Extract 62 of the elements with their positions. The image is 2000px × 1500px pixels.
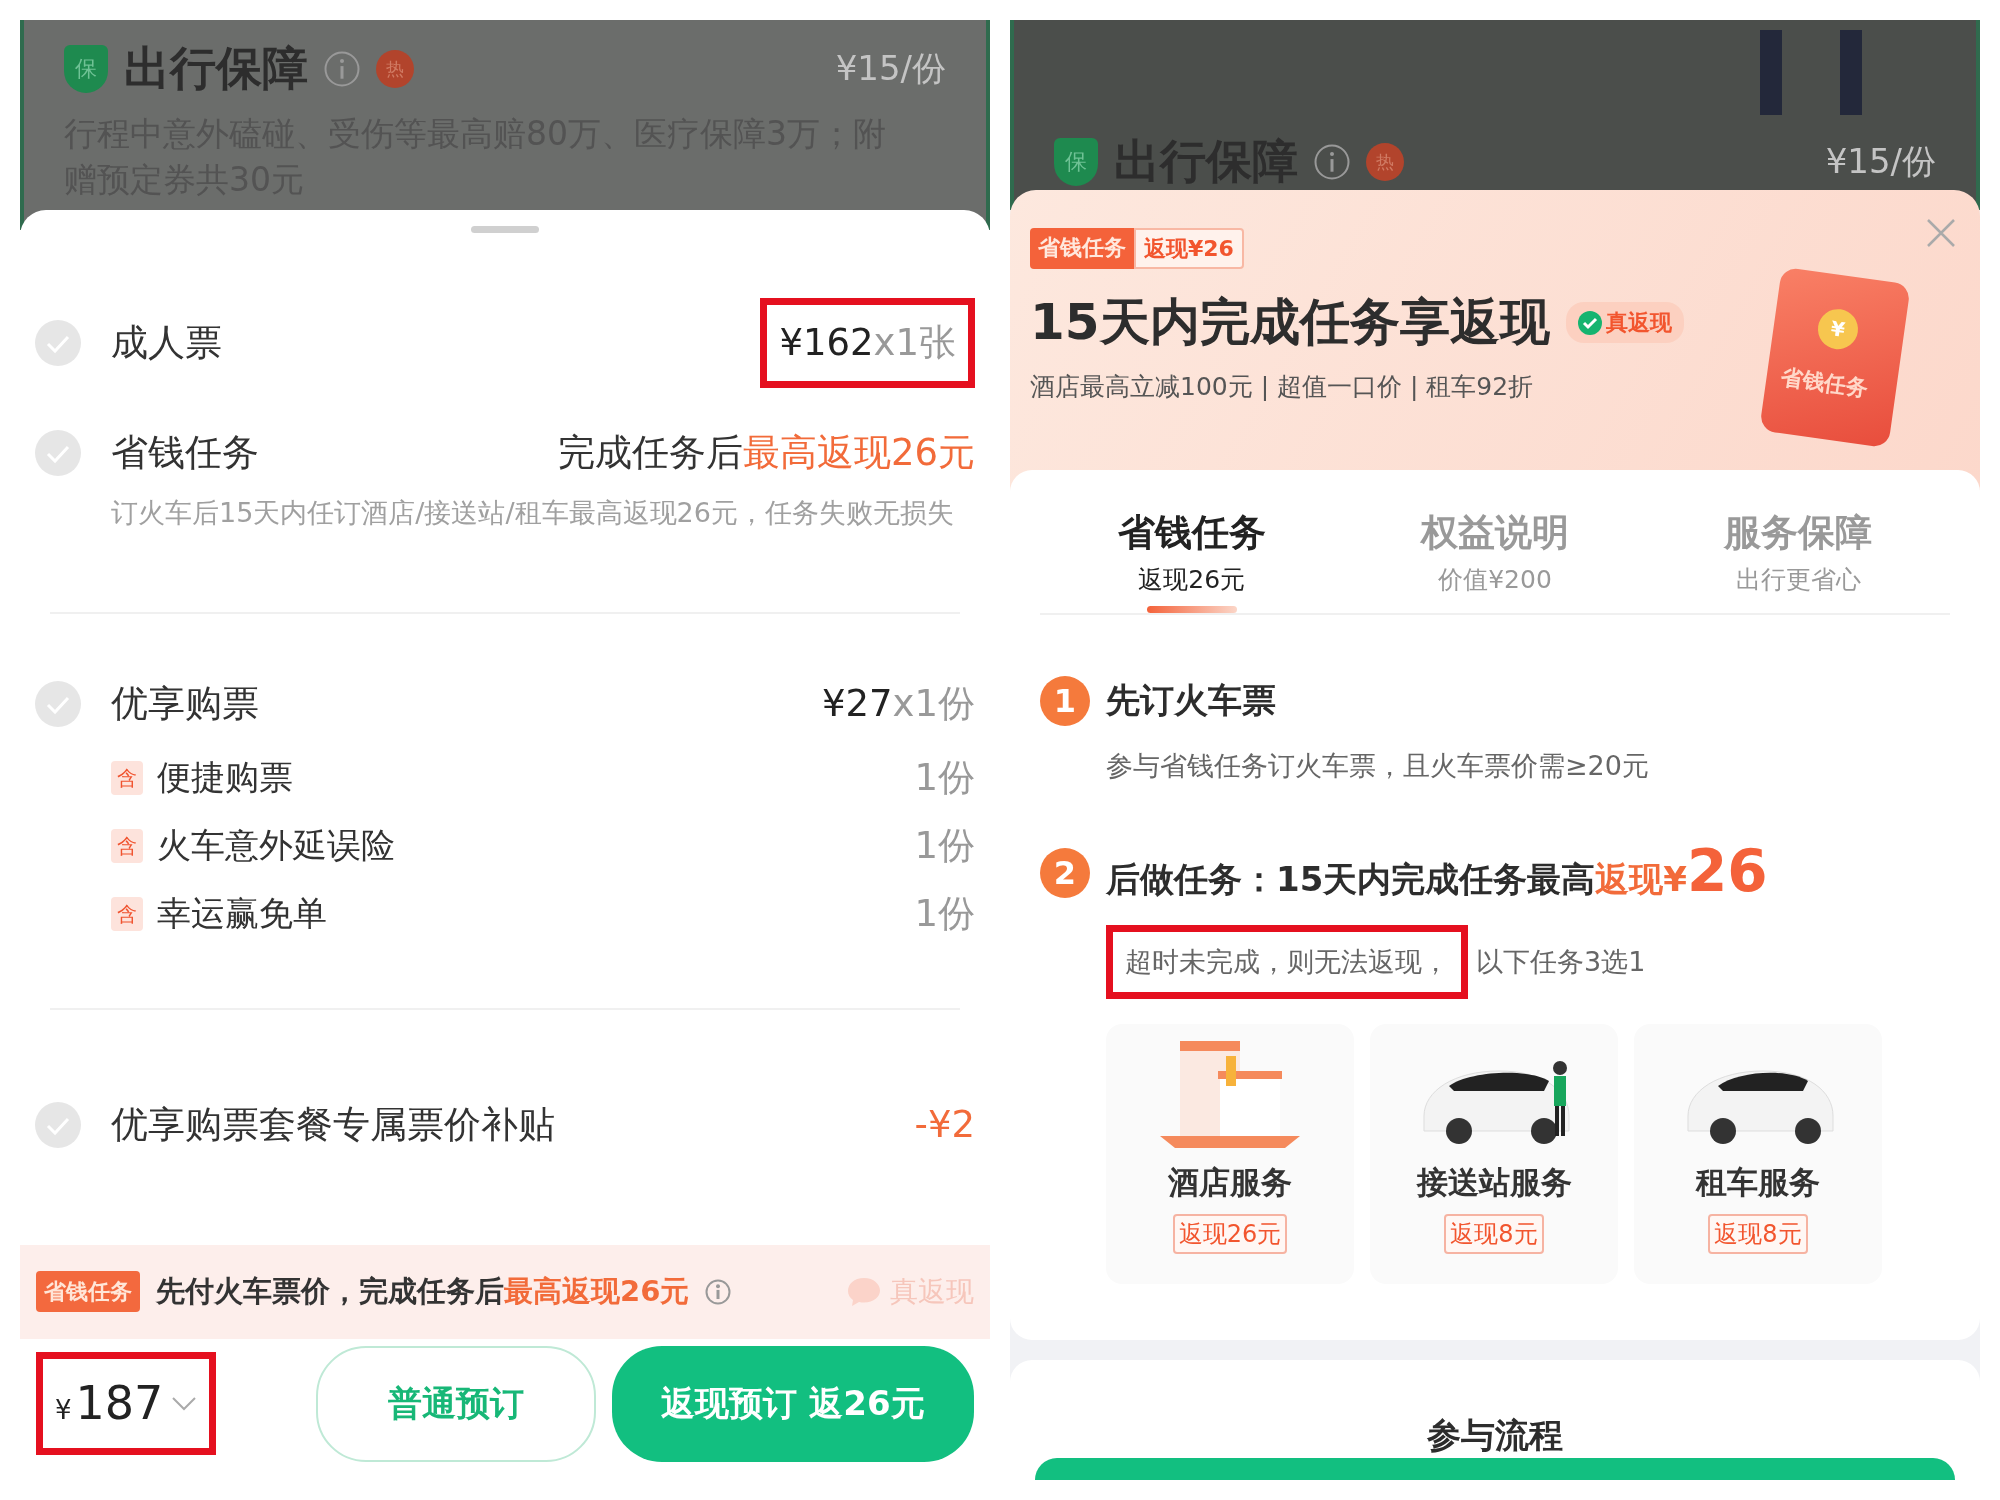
included-tag: 含 (111, 760, 143, 795)
service-name: 酒店服务 (1168, 1163, 1292, 1202)
step-number: 1 (1040, 675, 1090, 726)
item-label: 省钱任务 (111, 429, 259, 476)
promo-title: 15天内完成任务享返现 (1030, 292, 1550, 353)
step-title: 先订火车票 (1106, 679, 1276, 722)
section-title: 参与流程 (1427, 1414, 1563, 1457)
step-description: 以下任务3选1 (1476, 944, 1646, 979)
step-description: 参与省钱任务订火车票，且火车票价需≥20元 (1106, 749, 1649, 783)
task-tag: 省钱任务 (36, 1271, 140, 1313)
note-text: 订火车后15天内任订酒店/接送站/租车最高返现26元，任务失败无损失 (110, 495, 955, 530)
service-card[interactable]: 酒店服务 返现26元 (1106, 1024, 1354, 1284)
quantity-text: 1份 (914, 822, 975, 869)
task-tag: 省钱任务 (1030, 228, 1134, 269)
price-text: ¥15/份 (835, 47, 946, 90)
verified-stamp: 真返现 (1565, 302, 1684, 343)
check-icon (35, 319, 81, 366)
section-title: 出行保障 (124, 40, 308, 97)
check-circle-icon (1577, 310, 1602, 335)
price-text: ¥162x1张 (779, 320, 956, 366)
included-tag: 含 (111, 896, 143, 931)
chevron-down-icon (171, 1395, 198, 1412)
reward-tag: 返现26元 (1172, 1213, 1288, 1254)
promo-text: 先付火车票价，完成任务后最高返现26元 (156, 1272, 690, 1310)
included-item: 幸运赢免单 (157, 892, 327, 936)
close-icon (1926, 218, 1956, 248)
service-name: 接送站服务 (1416, 1163, 1572, 1202)
included-tag: 含 (111, 828, 143, 863)
reward-tag: 返现8元 (1708, 1213, 1808, 1254)
service-name: 租车服务 (1696, 1163, 1820, 1202)
shield-badge: 保 (64, 44, 108, 93)
check-icon (35, 680, 81, 727)
item-label: 优享购票套餐专属票价补贴 (111, 1101, 555, 1148)
reward-text: 完成任务后最高返现26元 (557, 429, 975, 476)
drag-handle (471, 226, 539, 233)
service-card[interactable]: 接送站服务 返现8元 (1370, 1024, 1618, 1284)
reward-tag: 返现8元 (1444, 1213, 1544, 1254)
included-item: 火车意外延误险 (157, 824, 395, 868)
total-price: ¥187 (55, 1375, 164, 1433)
close-button[interactable] (1926, 218, 1956, 248)
item-label: 优享购票 (111, 680, 259, 727)
step-title: 后做任务：15天内完成任务最高返现¥26 (1106, 841, 1768, 905)
step-number: 2 (1040, 848, 1090, 898)
item-label: 成人票 (111, 320, 222, 366)
check-icon (35, 429, 81, 476)
quantity-text: 1份 (914, 754, 975, 801)
check-icon (35, 1101, 81, 1148)
service-card[interactable]: 租车服务 返现8元 (1634, 1024, 1882, 1284)
quantity-text: 1份 (914, 890, 975, 937)
info-icon (324, 50, 360, 87)
promo-subtitle: 酒店最高立减100元 | 超值一口价 | 租车92折 (1030, 371, 1534, 403)
envelope-text: 省钱任务 (1778, 362, 1871, 403)
price-text: ¥15/份 (1825, 140, 1936, 183)
step-description: 超时未完成，则无法返现， (1125, 944, 1449, 979)
discount-amount: -¥2 (914, 1101, 975, 1148)
shield-badge: 保 (1054, 137, 1098, 186)
included-item: 便捷购票 (157, 756, 293, 800)
price-text: ¥27x1份 (821, 680, 975, 727)
cashback-tag: 返现¥26 (1134, 228, 1244, 269)
tab[interactable]: 省钱任务 返现26元 (1040, 505, 1344, 613)
info-icon (1314, 143, 1350, 180)
info-icon (705, 1278, 732, 1305)
